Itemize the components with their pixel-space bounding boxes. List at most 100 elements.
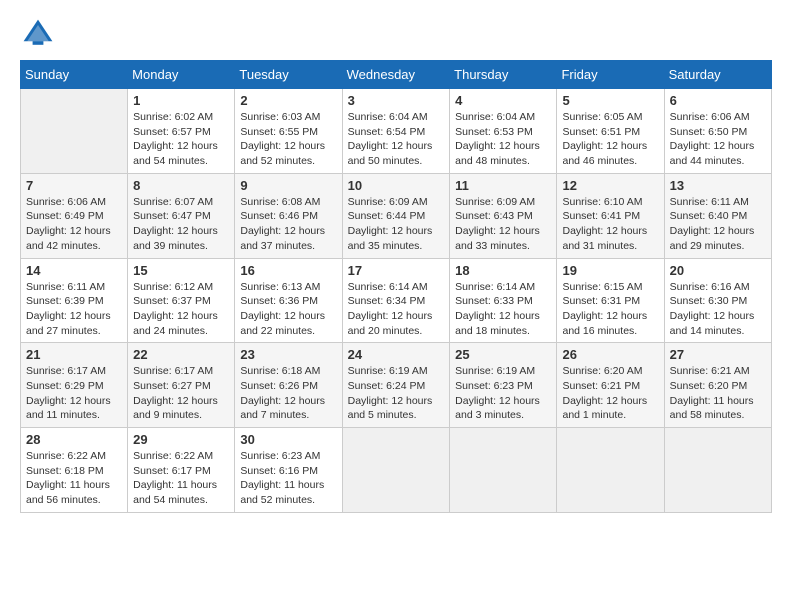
day-info: Sunrise: 6:17 AMSunset: 6:29 PMDaylight:… xyxy=(26,364,122,423)
day-number: 23 xyxy=(240,347,336,362)
logo xyxy=(20,16,60,52)
calendar-week-row: 28 Sunrise: 6:22 AMSunset: 6:18 PMDayligh… xyxy=(21,428,772,513)
day-info: Sunrise: 6:12 AMSunset: 6:37 PMDaylight:… xyxy=(133,280,229,339)
calendar-cell: 27 Sunrise: 6:21 AMSunset: 6:20 PMDayligh… xyxy=(664,343,771,428)
calendar-cell: 17 Sunrise: 6:14 AMSunset: 6:34 PMDayligh… xyxy=(342,258,450,343)
day-number: 26 xyxy=(562,347,658,362)
day-of-week-header: Monday xyxy=(128,61,235,89)
calendar-cell: 18 Sunrise: 6:14 AMSunset: 6:33 PMDayligh… xyxy=(450,258,557,343)
day-info: Sunrise: 6:02 AMSunset: 6:57 PMDaylight:… xyxy=(133,110,229,169)
day-number: 28 xyxy=(26,432,122,447)
calendar-cell: 23 Sunrise: 6:18 AMSunset: 6:26 PMDayligh… xyxy=(235,343,342,428)
calendar-cell: 9 Sunrise: 6:08 AMSunset: 6:46 PMDaylight… xyxy=(235,173,342,258)
calendar-cell: 5 Sunrise: 6:05 AMSunset: 6:51 PMDaylight… xyxy=(557,89,664,174)
day-info: Sunrise: 6:22 AMSunset: 6:17 PMDaylight:… xyxy=(133,449,229,508)
calendar-cell: 24 Sunrise: 6:19 AMSunset: 6:24 PMDayligh… xyxy=(342,343,450,428)
calendar-cell xyxy=(557,428,664,513)
day-number: 7 xyxy=(26,178,122,193)
day-info: Sunrise: 6:10 AMSunset: 6:41 PMDaylight:… xyxy=(562,195,658,254)
day-number: 18 xyxy=(455,263,551,278)
day-number: 10 xyxy=(348,178,445,193)
day-number: 17 xyxy=(348,263,445,278)
day-number: 6 xyxy=(670,93,766,108)
day-number: 5 xyxy=(562,93,658,108)
day-info: Sunrise: 6:14 AMSunset: 6:33 PMDaylight:… xyxy=(455,280,551,339)
calendar-cell: 28 Sunrise: 6:22 AMSunset: 6:18 PMDayligh… xyxy=(21,428,128,513)
day-info: Sunrise: 6:06 AMSunset: 6:49 PMDaylight:… xyxy=(26,195,122,254)
calendar-cell: 21 Sunrise: 6:17 AMSunset: 6:29 PMDayligh… xyxy=(21,343,128,428)
day-info: Sunrise: 6:15 AMSunset: 6:31 PMDaylight:… xyxy=(562,280,658,339)
calendar-cell: 2Sunrise: 6:03 AMSunset: 6:55 PMDaylight… xyxy=(235,89,342,174)
calendar-cell: 14 Sunrise: 6:11 AMSunset: 6:39 PMDayligh… xyxy=(21,258,128,343)
calendar-cell xyxy=(450,428,557,513)
day-number: 21 xyxy=(26,347,122,362)
calendar-cell: 7 Sunrise: 6:06 AMSunset: 6:49 PMDaylight… xyxy=(21,173,128,258)
calendar-cell: 25 Sunrise: 6:19 AMSunset: 6:23 PMDayligh… xyxy=(450,343,557,428)
day-info: Sunrise: 6:11 AMSunset: 6:39 PMDaylight:… xyxy=(26,280,122,339)
day-number: 14 xyxy=(26,263,122,278)
calendar-week-row: 14 Sunrise: 6:11 AMSunset: 6:39 PMDayligh… xyxy=(21,258,772,343)
day-info: Sunrise: 6:05 AMSunset: 6:51 PMDaylight:… xyxy=(562,110,658,169)
day-number: 15 xyxy=(133,263,229,278)
day-info: Sunrise: 6:19 AMSunset: 6:23 PMDaylight:… xyxy=(455,364,551,423)
day-number: 11 xyxy=(455,178,551,193)
day-info: Sunrise: 6:08 AMSunset: 6:46 PMDaylight:… xyxy=(240,195,336,254)
calendar-cell: 29 Sunrise: 6:22 AMSunset: 6:17 PMDayligh… xyxy=(128,428,235,513)
day-info: Sunrise: 6:04 AMSunset: 6:53 PMDaylight:… xyxy=(455,110,551,169)
day-number: 25 xyxy=(455,347,551,362)
day-info: Sunrise: 6:19 AMSunset: 6:24 PMDaylight:… xyxy=(348,364,445,423)
calendar-table: SundayMondayTuesdayWednesdayThursdayFrid… xyxy=(20,60,772,513)
day-info: Sunrise: 6:22 AMSunset: 6:18 PMDaylight:… xyxy=(26,449,122,508)
day-number: 3 xyxy=(348,93,445,108)
calendar-cell: 12 Sunrise: 6:10 AMSunset: 6:41 PMDayligh… xyxy=(557,173,664,258)
calendar-cell: 16Sunrise: 6:13 AMSunset: 6:36 PMDayligh… xyxy=(235,258,342,343)
day-info: Sunrise: 6:17 AMSunset: 6:27 PMDaylight:… xyxy=(133,364,229,423)
day-number: 27 xyxy=(670,347,766,362)
day-of-week-header: Friday xyxy=(557,61,664,89)
calendar-week-row: 1 Sunrise: 6:02 AMSunset: 6:57 PMDaylight… xyxy=(21,89,772,174)
day-number: 22 xyxy=(133,347,229,362)
day-info: Sunrise: 6:18 AMSunset: 6:26 PMDaylight:… xyxy=(240,364,336,423)
day-of-week-header: Wednesday xyxy=(342,61,450,89)
day-number: 4 xyxy=(455,93,551,108)
day-number: 30 xyxy=(240,432,336,447)
calendar-cell xyxy=(342,428,450,513)
day-info: Sunrise: 6:14 AMSunset: 6:34 PMDaylight:… xyxy=(348,280,445,339)
calendar-cell: 20Sunrise: 6:16 AMSunset: 6:30 PMDayligh… xyxy=(664,258,771,343)
day-info: Sunrise: 6:21 AMSunset: 6:20 PMDaylight:… xyxy=(670,364,766,423)
day-number: 16 xyxy=(240,263,336,278)
calendar-cell: 11 Sunrise: 6:09 AMSunset: 6:43 PMDayligh… xyxy=(450,173,557,258)
day-info: Sunrise: 6:23 AMSunset: 6:16 PMDaylight:… xyxy=(240,449,336,508)
day-info: Sunrise: 6:09 AMSunset: 6:43 PMDaylight:… xyxy=(455,195,551,254)
day-number: 1 xyxy=(133,93,229,108)
day-info: Sunrise: 6:04 AMSunset: 6:54 PMDaylight:… xyxy=(348,110,445,169)
calendar-header-row: SundayMondayTuesdayWednesdayThursdayFrid… xyxy=(21,61,772,89)
day-number: 9 xyxy=(240,178,336,193)
calendar-cell: 26Sunrise: 6:20 AMSunset: 6:21 PMDayligh… xyxy=(557,343,664,428)
calendar-cell: 1 Sunrise: 6:02 AMSunset: 6:57 PMDaylight… xyxy=(128,89,235,174)
calendar-cell: 30 Sunrise: 6:23 AMSunset: 6:16 PMDayligh… xyxy=(235,428,342,513)
day-number: 24 xyxy=(348,347,445,362)
day-of-week-header: Sunday xyxy=(21,61,128,89)
logo-icon xyxy=(20,16,56,52)
day-of-week-header: Thursday xyxy=(450,61,557,89)
day-number: 29 xyxy=(133,432,229,447)
page-header xyxy=(20,16,772,52)
calendar-cell: 8 Sunrise: 6:07 AMSunset: 6:47 PMDaylight… xyxy=(128,173,235,258)
day-info: Sunrise: 6:07 AMSunset: 6:47 PMDaylight:… xyxy=(133,195,229,254)
day-number: 12 xyxy=(562,178,658,193)
day-info: Sunrise: 6:06 AMSunset: 6:50 PMDaylight:… xyxy=(670,110,766,169)
calendar-cell: 22 Sunrise: 6:17 AMSunset: 6:27 PMDayligh… xyxy=(128,343,235,428)
calendar-cell: 10 Sunrise: 6:09 AMSunset: 6:44 PMDayligh… xyxy=(342,173,450,258)
calendar-cell: 3 Sunrise: 6:04 AMSunset: 6:54 PMDaylight… xyxy=(342,89,450,174)
calendar-cell: 13 Sunrise: 6:11 AMSunset: 6:40 PMDayligh… xyxy=(664,173,771,258)
day-of-week-header: Saturday xyxy=(664,61,771,89)
day-number: 8 xyxy=(133,178,229,193)
day-info: Sunrise: 6:09 AMSunset: 6:44 PMDaylight:… xyxy=(348,195,445,254)
calendar-cell: 19Sunrise: 6:15 AMSunset: 6:31 PMDayligh… xyxy=(557,258,664,343)
day-info: Sunrise: 6:03 AMSunset: 6:55 PMDaylight:… xyxy=(240,110,336,169)
day-info: Sunrise: 6:11 AMSunset: 6:40 PMDaylight:… xyxy=(670,195,766,254)
day-number: 20 xyxy=(670,263,766,278)
calendar-week-row: 7 Sunrise: 6:06 AMSunset: 6:49 PMDaylight… xyxy=(21,173,772,258)
day-number: 13 xyxy=(670,178,766,193)
